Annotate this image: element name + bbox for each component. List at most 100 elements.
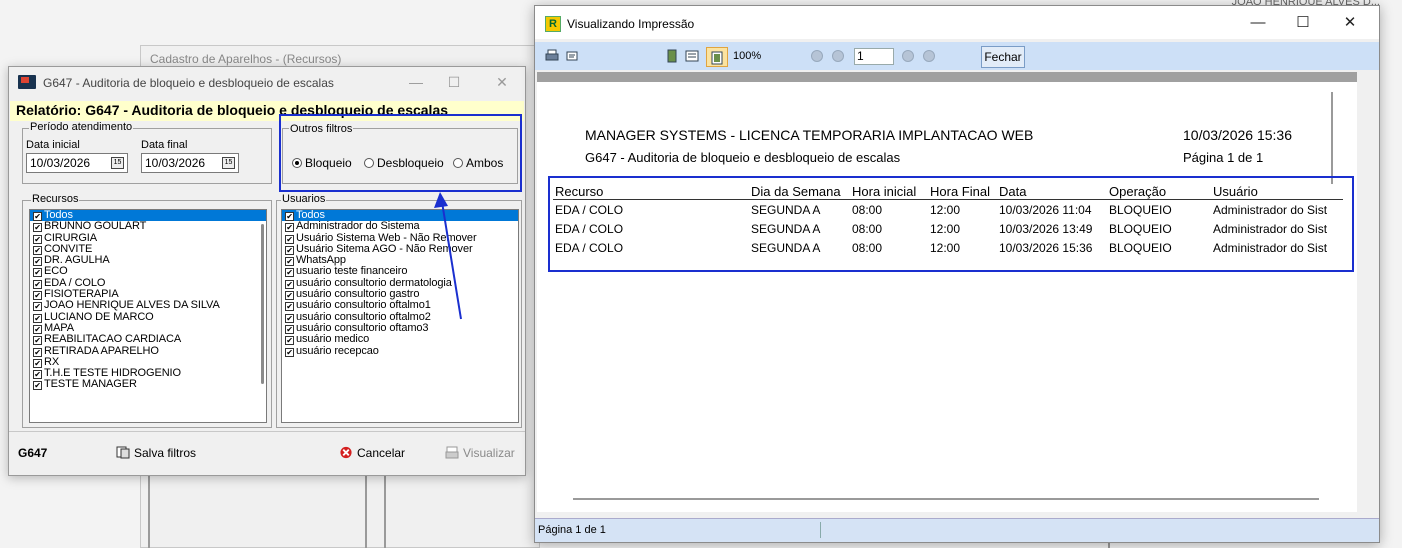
checkbox-checked-icon[interactable]: ✔	[285, 223, 294, 233]
checkbox-checked-icon[interactable]: ✔	[33, 313, 42, 323]
checkbox-checked-icon[interactable]: ✔	[33, 223, 42, 233]
calendar-icon[interactable]: 15	[111, 157, 124, 169]
checkbox-checked-icon[interactable]: ✔	[33, 257, 42, 267]
report-company: MANAGER SYSTEMS - LICENCA TEMPORARIA IMP…	[585, 127, 1034, 143]
recursos-scrollbar[interactable]	[261, 224, 264, 384]
recursos-items: ✔ Todos ✔ BRUNNO GOULART ✔ CIRURGIA ✔ CONVITE ✔ D…	[30, 210, 266, 391]
preview-title: Visualizando Impressão	[567, 17, 695, 31]
report-subtitle: G647 - Auditoria de bloqueio e desbloque…	[585, 150, 901, 165]
save-filters-icon	[116, 446, 130, 459]
checkbox-checked-icon[interactable]: ✔	[33, 324, 42, 334]
report-code: G647	[18, 446, 48, 460]
last-page-icon[interactable]	[923, 50, 935, 62]
checkbox-checked-icon[interactable]: ✔	[285, 313, 294, 323]
checkbox-checked-icon[interactable]: ✔	[285, 245, 294, 255]
status-page: Página 1 de 1	[538, 524, 606, 536]
zoom-100-button[interactable]	[706, 47, 728, 67]
status-divider	[820, 522, 821, 538]
print-icon[interactable]	[545, 49, 559, 63]
print-preview-icon	[445, 446, 459, 459]
data-final-value: 10/03/2026	[145, 156, 206, 170]
dialog-title: G647 - Auditoria de bloqueio e desbloque…	[43, 76, 334, 90]
checkbox-checked-icon[interactable]: ✔	[33, 245, 42, 255]
dialog-footer: G647 Salva filtros Cancelar Visualizar	[9, 431, 525, 475]
checkbox-checked-icon[interactable]: ✔	[33, 234, 42, 244]
checkbox-checked-icon[interactable]: ✔	[285, 234, 294, 244]
background-divider	[384, 476, 386, 548]
preview-title-bar[interactable]: R Visualizando Impressão — ☐ ✕	[535, 6, 1379, 39]
list-item[interactable]: ✔ RETIRADA APARELHO	[30, 345, 266, 357]
page-width-icon[interactable]	[685, 49, 699, 63]
close-icon[interactable]: ✕	[1330, 11, 1370, 35]
data-inicial-field[interactable]: 10/03/2026 15	[26, 153, 128, 173]
data-final-field[interactable]: 10/03/2026 15	[141, 153, 239, 173]
salva-filtros-button[interactable]: Salva filtros	[116, 446, 196, 460]
minimize-icon[interactable]: —	[401, 71, 431, 93]
checkbox-checked-icon[interactable]: ✔	[33, 279, 42, 289]
dialog-title-bar[interactable]: G647 - Auditoria de bloqueio e desbloque…	[9, 67, 525, 99]
checkbox-checked-icon[interactable]: ✔	[33, 370, 42, 380]
checkbox-checked-icon[interactable]: ✔	[33, 291, 42, 301]
background-divider	[1108, 543, 1110, 548]
maximize-icon[interactable]: ☐	[439, 71, 469, 93]
checkbox-checked-icon[interactable]: ✔	[285, 324, 294, 334]
checkbox-checked-icon[interactable]: ✔	[285, 302, 294, 312]
first-page-icon[interactable]	[811, 50, 823, 62]
checkbox-checked-icon[interactable]: ✔	[33, 336, 42, 346]
checkbox-checked-icon[interactable]: ✔	[285, 212, 294, 221]
single-page-icon[interactable]	[665, 49, 679, 63]
checkbox-checked-icon[interactable]: ✔	[285, 268, 294, 278]
minimize-icon[interactable]: —	[1238, 11, 1278, 35]
close-icon[interactable]: ✕	[487, 71, 517, 93]
preview-window: R Visualizando Impressão — ☐ ✕ 100% 1 Fe…	[534, 5, 1380, 543]
checkbox-checked-icon[interactable]: ✔	[285, 347, 294, 357]
zoom-level: 100%	[733, 50, 762, 62]
actual-size-icon	[711, 51, 723, 65]
data-inicial-label: Data inicial	[26, 139, 80, 151]
cancelar-button[interactable]: Cancelar	[339, 446, 405, 460]
report-app-icon: R	[545, 16, 561, 32]
report-datetime: 10/03/2026 15:36	[1183, 127, 1292, 143]
checkbox-checked-icon[interactable]: ✔	[285, 279, 294, 289]
checkbox-checked-icon[interactable]: ✔	[285, 257, 294, 267]
checkbox-checked-icon[interactable]: ✔	[33, 302, 42, 312]
annotation-highlight-filtros	[279, 114, 522, 192]
data-inicial-value: 10/03/2026	[30, 156, 91, 170]
usuarios-items: ✔ Todos ✔ Administrador do Sistema ✔ Usuário …	[282, 210, 518, 357]
previous-page-icon[interactable]	[832, 50, 844, 62]
list-item[interactable]: ✔ TESTE MANAGER	[30, 379, 266, 391]
checkbox-checked-icon[interactable]: ✔	[33, 212, 42, 221]
usuarios-group-label: Usuarios	[281, 193, 327, 205]
maximize-icon[interactable]: ☐	[1283, 11, 1323, 35]
app-logo-icon	[18, 75, 36, 89]
page-top-strip	[537, 72, 1357, 82]
visualizar-button[interactable]: Visualizar	[445, 446, 515, 460]
annotation-arrow-icon	[434, 192, 462, 320]
preview-toolbar: 100% 1 Fechar	[535, 42, 1379, 70]
recursos-list[interactable]: ✔ Todos ✔ BRUNNO GOULART ✔ CIRURGIA ✔ CONVITE ✔ D…	[29, 209, 267, 423]
background-window-title: Cadastro de Aparelhos - (Recursos)	[150, 52, 342, 66]
background-divider	[148, 476, 150, 548]
horizontal-scrollbar[interactable]	[573, 498, 1319, 500]
data-final-label: Data final	[141, 139, 188, 151]
list-item[interactable]: ✔ usuário recepcao	[282, 345, 518, 357]
status-bar: Página 1 de 1	[535, 518, 1379, 542]
checkbox-checked-icon[interactable]: ✔	[33, 358, 42, 368]
recursos-group-label: Recursos	[31, 193, 80, 205]
cancel-icon	[340, 446, 352, 459]
checkbox-checked-icon[interactable]: ✔	[285, 336, 294, 346]
calendar-icon[interactable]: 15	[222, 157, 235, 169]
checkbox-checked-icon[interactable]: ✔	[285, 291, 294, 301]
page-number-input[interactable]: 1	[854, 48, 894, 65]
next-page-icon[interactable]	[902, 50, 914, 62]
fechar-button[interactable]: Fechar	[981, 46, 1025, 68]
report-page-label: Página 1 de 1	[1183, 150, 1264, 165]
checkbox-checked-icon[interactable]: ✔	[33, 381, 42, 391]
usuarios-list[interactable]: ✔ Todos ✔ Administrador do Sistema ✔ Usuário …	[281, 209, 519, 423]
annotation-highlight-table	[548, 176, 1354, 272]
print-setup-icon[interactable]	[565, 49, 579, 63]
checkbox-checked-icon[interactable]: ✔	[33, 268, 42, 278]
periodo-group-label: Período atendimento	[29, 121, 134, 133]
checkbox-checked-icon[interactable]: ✔	[33, 347, 42, 357]
vertical-scrollbar[interactable]	[1331, 92, 1333, 184]
